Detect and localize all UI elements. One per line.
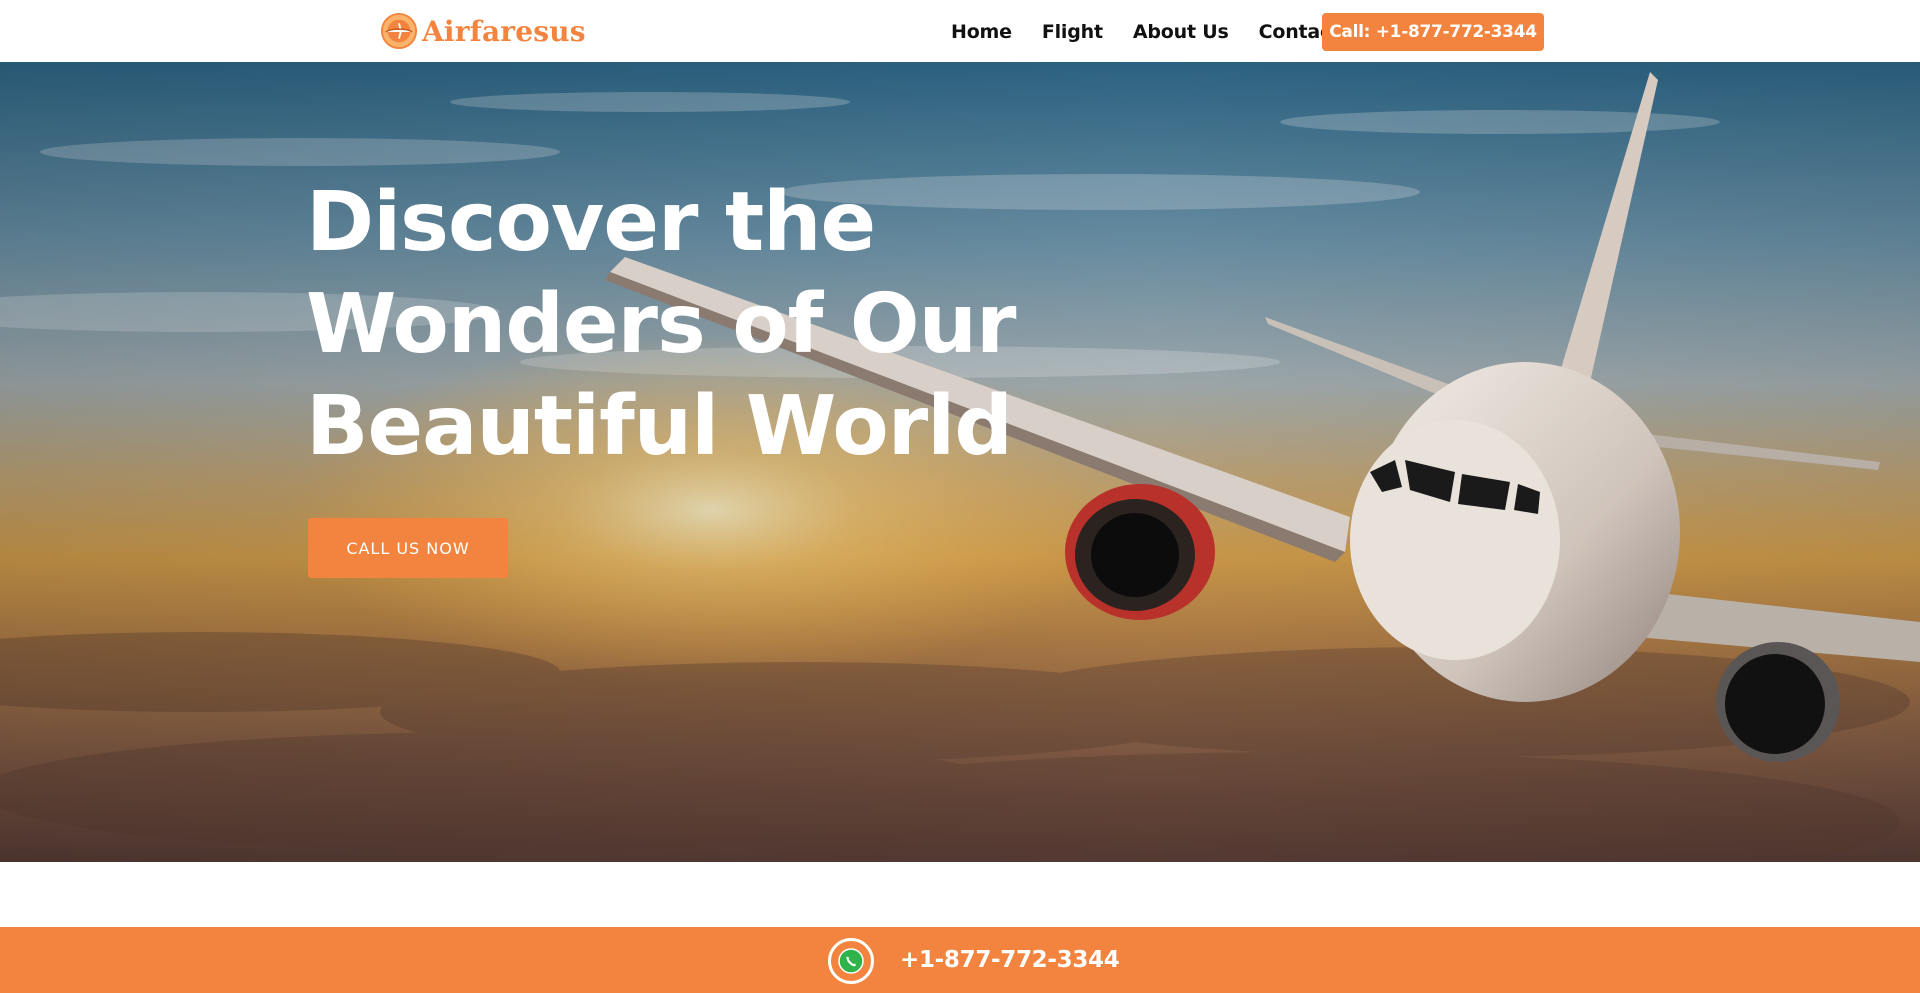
airplane-logo-icon <box>380 12 418 50</box>
nav-about-us[interactable]: About Us <box>1133 21 1229 43</box>
phone-handset-icon <box>838 948 864 974</box>
hero-title-line-1: Discover the <box>306 175 876 270</box>
nav-flight[interactable]: Flight <box>1042 21 1103 43</box>
nav-home[interactable]: Home <box>951 21 1012 43</box>
hero-title-line-2: Wonders of Our <box>306 277 1016 372</box>
main-nav: Home Flight About Us Contact <box>951 13 1370 51</box>
sticky-call-bar[interactable]: +1-877-772-3344 <box>0 927 1920 993</box>
brand-logo[interactable]: Airfaresus <box>380 11 586 51</box>
brand-name: Airfaresus <box>422 14 586 48</box>
hero-title: Discover the Wonders of Our Beautiful Wo… <box>306 172 1066 478</box>
call-us-now-button[interactable]: CALL US NOW <box>308 518 508 578</box>
site-header: Airfaresus Home Flight About Us Contact … <box>0 0 1920 62</box>
callbar-phone-number[interactable]: +1-877-772-3344 <box>900 944 1120 976</box>
hero-section: Discover the Wonders of Our Beautiful Wo… <box>0 62 1920 862</box>
header-call-button[interactable]: Call: +1-877-772-3344 <box>1322 13 1544 51</box>
hero-title-line-3: Beautiful World <box>306 379 1013 474</box>
whatsapp-icon[interactable] <box>828 938 874 984</box>
